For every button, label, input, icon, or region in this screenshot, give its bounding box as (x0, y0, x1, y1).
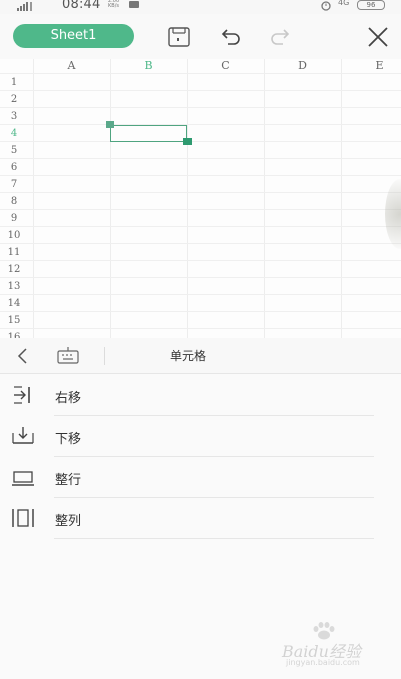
header-divider (104, 347, 105, 365)
row-header[interactable]: 3 (0, 108, 28, 125)
column-header-b[interactable]: B (110, 59, 187, 73)
shift-down-option[interactable]: 下移 (0, 416, 401, 457)
battery-indicator: 96 (357, 0, 385, 10)
row-header[interactable]: 14 (0, 295, 28, 312)
row-header[interactable]: 12 (0, 261, 28, 278)
screen-glare (385, 179, 401, 249)
grid-line (0, 328, 401, 329)
grid-line (0, 107, 401, 108)
spreadsheet-grid[interactable]: A B C D E 1 2 3 4 5 6 7 8 9 10 11 12 13 … (0, 59, 401, 338)
shift-right-option[interactable]: 右移 (0, 375, 401, 416)
undo-button[interactable] (218, 24, 244, 50)
baidu-watermark: Baidu经验 jingyan.baidu.com (282, 622, 378, 672)
entire-row-label: 整行 (55, 473, 82, 488)
selection-handle-start[interactable] (106, 121, 114, 128)
back-icon[interactable] (13, 346, 33, 366)
row-header[interactable]: 6 (0, 159, 28, 176)
close-button[interactable] (365, 24, 391, 50)
selected-cell[interactable] (110, 125, 187, 142)
grid-line (341, 59, 342, 338)
panel-title: 单元格 (170, 349, 207, 363)
keyboard-icon[interactable] (56, 346, 80, 366)
grid-line (264, 59, 265, 338)
shift-right-label: 右移 (55, 391, 82, 406)
row-header[interactable]: 11 (0, 244, 28, 261)
save-button[interactable] (166, 24, 192, 50)
grid-line (0, 243, 401, 244)
entire-column-icon (12, 509, 34, 527)
grid-line (0, 226, 401, 227)
grid-line (0, 277, 401, 278)
sheet-tab[interactable]: Sheet1 (13, 24, 134, 48)
grid-line (0, 73, 401, 74)
redo-button[interactable] (267, 24, 293, 50)
grid-line (0, 209, 401, 210)
row-header[interactable]: 16 (0, 329, 28, 338)
column-header-e[interactable]: E (341, 59, 401, 73)
grid-line (0, 294, 401, 295)
status-bar: 08:44 2.00 KB/s 4G 96 (0, 0, 401, 14)
grid-line (0, 124, 401, 125)
grid-line (0, 260, 401, 261)
row-header[interactable]: 8 (0, 193, 28, 210)
grid-line (0, 311, 401, 312)
close-icon (368, 27, 388, 47)
row-header[interactable]: 9 (0, 210, 28, 227)
network-type: 4G (338, 0, 350, 7)
row-header[interactable]: 5 (0, 142, 28, 159)
shift-right-icon (14, 386, 30, 404)
alarm-icon (321, 1, 331, 11)
row-header[interactable]: 4 (0, 125, 28, 142)
row-header[interactable]: 7 (0, 176, 28, 193)
selection-handle-end[interactable] (183, 138, 192, 145)
grid-line (0, 141, 401, 142)
save-icon (168, 27, 190, 47)
grid-line (0, 90, 401, 91)
row-header[interactable]: 10 (0, 227, 28, 244)
grid-line (33, 59, 34, 338)
grid-line (0, 158, 401, 159)
entire-row-option[interactable]: 整行 (0, 457, 401, 498)
watermark-url: jingyan.baidu.com (286, 658, 360, 667)
network-speed: 2.00 KB/s (108, 0, 120, 9)
toolbar: Sheet1 (0, 14, 401, 59)
grid-line (187, 59, 188, 338)
row-header[interactable]: 13 (0, 278, 28, 295)
entire-column-option[interactable]: 整列 (0, 498, 401, 539)
grid-line (0, 192, 401, 193)
status-time: 08:44 (62, 0, 101, 12)
recording-icon (129, 1, 139, 8)
undo-icon (221, 29, 240, 45)
row-header[interactable]: 15 (0, 312, 28, 329)
grid-line (0, 175, 401, 176)
row-header[interactable]: 1 (0, 74, 28, 91)
column-header-d[interactable]: D (264, 59, 341, 73)
panel-header: 单元格 (0, 338, 401, 374)
redo-icon (271, 29, 290, 45)
shift-down-icon (12, 427, 34, 444)
column-header-c[interactable]: C (187, 59, 264, 73)
divider (54, 538, 374, 539)
shift-down-label: 下移 (55, 432, 82, 447)
entire-column-label: 整列 (55, 514, 82, 529)
grid-line (110, 59, 111, 338)
column-header-a[interactable]: A (33, 59, 110, 73)
row-header[interactable]: 2 (0, 91, 28, 108)
signal-icon (17, 2, 32, 11)
entire-row-icon (12, 471, 34, 486)
